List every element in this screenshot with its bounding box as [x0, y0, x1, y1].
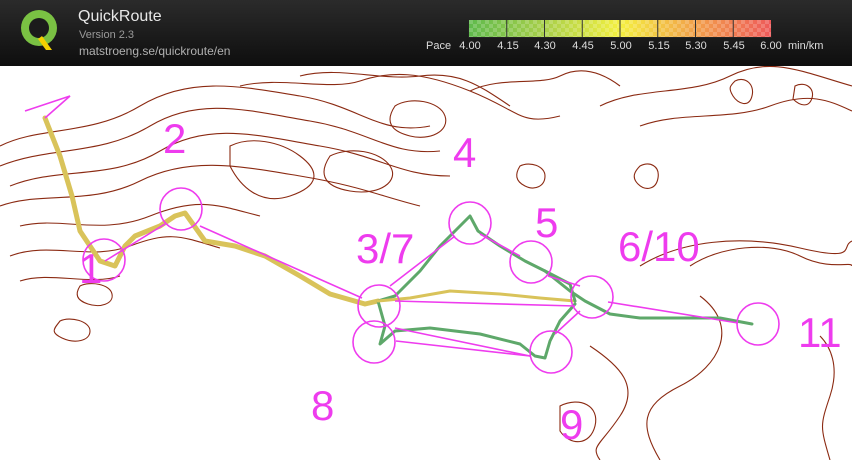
- control-number-9: 9: [560, 401, 584, 448]
- pace-legend: Pace 4.00 4.15 4.30 4.45 5.00 5.15 5.30 …: [420, 16, 850, 56]
- quickroute-logo-icon: [21, 10, 57, 50]
- pace-tick: 4.15: [497, 40, 519, 52]
- app-version: Version 2.3: [79, 29, 135, 41]
- control-circle-11: [736, 302, 780, 346]
- pace-tick: 5.00: [610, 40, 632, 52]
- quickroute-viewer: QuickRoute Version 2.3 matstroeng.se/qui…: [0, 0, 852, 460]
- pace-unit: min/km: [788, 40, 824, 52]
- app-title: QuickRoute: [78, 8, 162, 25]
- control-number-2: 2: [163, 115, 187, 162]
- control-number-4: 4: [453, 129, 477, 176]
- control-number-3-7: 3/7: [356, 225, 415, 272]
- app-url[interactable]: matstroeng.se/quickroute/en: [79, 44, 230, 58]
- pace-tick: 4.45: [572, 40, 594, 52]
- control-circle-4: [448, 201, 492, 245]
- pace-tick: 6.00: [760, 40, 782, 52]
- pace-tick: 4.00: [459, 40, 481, 52]
- pace-label: Pace: [426, 40, 452, 52]
- control-number-6-10: 6/10: [618, 223, 700, 270]
- control-number-11: 11: [798, 309, 842, 356]
- control-circle-5: [509, 240, 553, 284]
- pace-tick: 5.15: [648, 40, 670, 52]
- control-number-5: 5: [535, 199, 559, 246]
- pace-tick: 5.45: [723, 40, 745, 52]
- pace-tick: 4.30: [534, 40, 556, 52]
- pace-color-bar: [468, 19, 772, 38]
- header-bar: QuickRoute Version 2.3 matstroeng.se/qui…: [0, 0, 852, 66]
- control-number-8: 8: [311, 382, 335, 429]
- control-circle-8: [352, 320, 396, 364]
- control-circle-2: [159, 187, 203, 231]
- pace-tick: 5.30: [685, 40, 707, 52]
- orienteering-map[interactable]: [0, 66, 852, 460]
- control-number-1: 1: [79, 245, 103, 292]
